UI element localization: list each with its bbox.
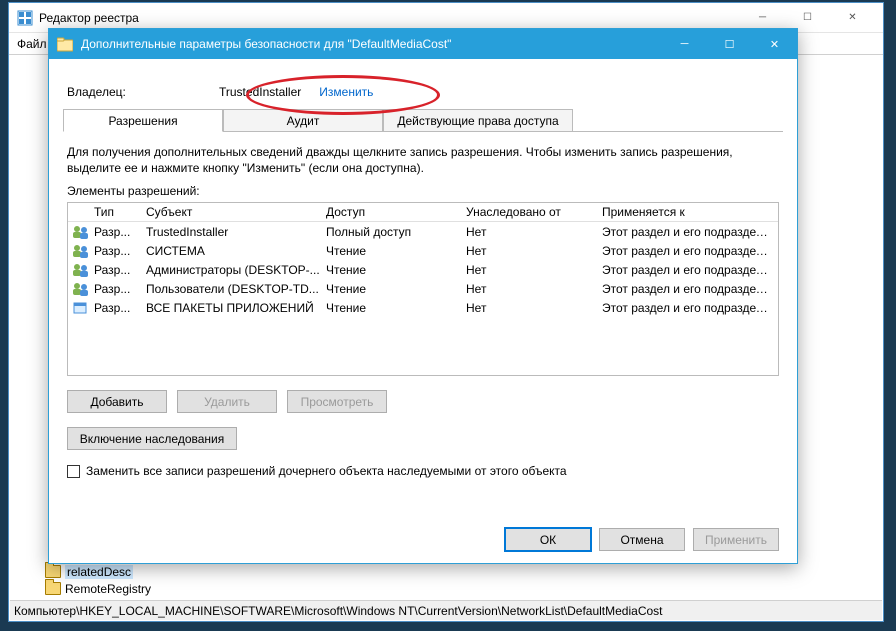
- permission-row[interactable]: Разр...TrustedInstallerПолный доступНетЭ…: [68, 222, 778, 241]
- tab-effective-access[interactable]: Действующие права доступа: [383, 109, 573, 132]
- users-icon: [72, 282, 94, 296]
- owner-row: Владелец: TrustedInstaller Изменить: [63, 71, 783, 109]
- regedit-title: Редактор реестра: [39, 11, 139, 25]
- col-applies[interactable]: Применяется к: [602, 205, 774, 219]
- regedit-statusbar: Компьютер\HKEY_LOCAL_MACHINE\SOFTWARE\Mi…: [10, 600, 882, 620]
- adv-minimize-button[interactable]: ─: [662, 29, 707, 59]
- col-inherited[interactable]: Унаследовано от: [466, 205, 602, 219]
- cell-subject: Пользователи (DESKTOP-TD...: [146, 282, 326, 296]
- col-type[interactable]: Тип: [94, 205, 146, 219]
- advanced-security-dialog: Дополнительные параметры безопасности дл…: [48, 28, 798, 564]
- cell-access: Чтение: [326, 282, 466, 296]
- tab-permissions[interactable]: Разрешения: [63, 109, 223, 132]
- permissions-header: Тип Субъект Доступ Унаследовано от Приме…: [68, 203, 778, 222]
- adv-title: Дополнительные параметры безопасности дл…: [81, 37, 451, 51]
- tree-item-partial[interactable]: relatedDesc: [65, 565, 133, 579]
- tree-fragment: relatedDesc RemoteRegistry: [45, 563, 151, 597]
- adv-titlebar: Дополнительные параметры безопасности дл…: [49, 29, 797, 59]
- remove-button[interactable]: Удалить: [177, 390, 277, 413]
- view-button[interactable]: Просмотреть: [287, 390, 387, 413]
- adv-close-button[interactable]: ✕: [752, 29, 797, 59]
- tab-audit[interactable]: Аудит: [223, 109, 383, 132]
- tree-item-remote-registry[interactable]: RemoteRegistry: [65, 582, 151, 596]
- cell-inherited: Нет: [466, 244, 602, 258]
- cell-access: Чтение: [326, 301, 466, 315]
- cell-subject: TrustedInstaller: [146, 225, 326, 239]
- cell-applies: Этот раздел и его подразделы: [602, 282, 774, 296]
- entries-label: Элементы разрешений:: [67, 184, 779, 198]
- cell-inherited: Нет: [466, 225, 602, 239]
- permission-row[interactable]: Разр...Пользователи (DESKTOP-TD...Чтение…: [68, 279, 778, 298]
- replace-entries-label: Заменить все записи разрешений дочернего…: [86, 464, 567, 478]
- owner-label: Владелец:: [67, 85, 219, 99]
- permissions-list[interactable]: Тип Субъект Доступ Унаследовано от Приме…: [67, 202, 779, 376]
- users-icon: [72, 244, 94, 258]
- cell-inherited: Нет: [466, 301, 602, 315]
- users-icon: [72, 263, 94, 277]
- cell-access: Чтение: [326, 263, 466, 277]
- package-icon: [72, 301, 94, 315]
- replace-entries-checkbox-row[interactable]: Заменить все записи разрешений дочернего…: [67, 464, 779, 478]
- cell-type: Разр...: [94, 263, 146, 277]
- ok-button[interactable]: ОК: [505, 528, 591, 551]
- cell-applies: Этот раздел и его подразделы: [602, 244, 774, 258]
- owner-value: TrustedInstaller: [219, 85, 301, 99]
- replace-entries-checkbox[interactable]: [67, 465, 80, 478]
- cell-type: Разр...: [94, 282, 146, 296]
- adv-maximize-button[interactable]: ☐: [707, 29, 752, 59]
- apply-button[interactable]: Применить: [693, 528, 779, 551]
- folder-icon: [45, 582, 61, 595]
- statusbar-path: Компьютер\HKEY_LOCAL_MACHINE\SOFTWARE\Mi…: [14, 604, 663, 618]
- users-icon: [72, 225, 94, 239]
- cell-applies: Этот раздел и его подразделы: [602, 225, 774, 239]
- cell-access: Чтение: [326, 244, 466, 258]
- cell-subject: Администраторы (DESKTOP-...: [146, 263, 326, 277]
- cell-type: Разр...: [94, 244, 146, 258]
- permission-row[interactable]: Разр...Администраторы (DESKTOP-...Чтение…: [68, 260, 778, 279]
- cell-applies: Этот раздел и его подразделы: [602, 301, 774, 315]
- cell-inherited: Нет: [466, 282, 602, 296]
- cell-inherited: Нет: [466, 263, 602, 277]
- regedit-icon: [17, 10, 33, 26]
- folder-icon: [45, 565, 61, 578]
- tab-bar: Разрешения Аудит Действующие права досту…: [63, 109, 783, 132]
- cell-subject: ВСЕ ПАКЕТЫ ПРИЛОЖЕНИЙ: [146, 301, 326, 315]
- cancel-button[interactable]: Отмена: [599, 528, 685, 551]
- owner-change-link[interactable]: Изменить: [319, 85, 373, 99]
- add-button[interactable]: Добавить: [67, 390, 167, 413]
- folder-shield-icon: [57, 36, 73, 52]
- permission-row[interactable]: Разр...СИСТЕМАЧтениеНетЭтот раздел и его…: [68, 241, 778, 260]
- menu-file[interactable]: Файл: [17, 37, 47, 51]
- cell-access: Полный доступ: [326, 225, 466, 239]
- enable-inheritance-button[interactable]: Включение наследования: [67, 427, 237, 450]
- col-subject[interactable]: Субъект: [146, 205, 326, 219]
- col-access[interactable]: Доступ: [326, 205, 466, 219]
- cell-type: Разр...: [94, 225, 146, 239]
- regedit-close-button[interactable]: ✕: [830, 3, 875, 32]
- cell-subject: СИСТЕМА: [146, 244, 326, 258]
- cell-type: Разр...: [94, 301, 146, 315]
- permission-row[interactable]: Разр...ВСЕ ПАКЕТЫ ПРИЛОЖЕНИЙЧтениеНетЭто…: [68, 298, 778, 317]
- permissions-hint: Для получения дополнительных сведений дв…: [67, 144, 779, 176]
- cell-applies: Этот раздел и его подразделы: [602, 263, 774, 277]
